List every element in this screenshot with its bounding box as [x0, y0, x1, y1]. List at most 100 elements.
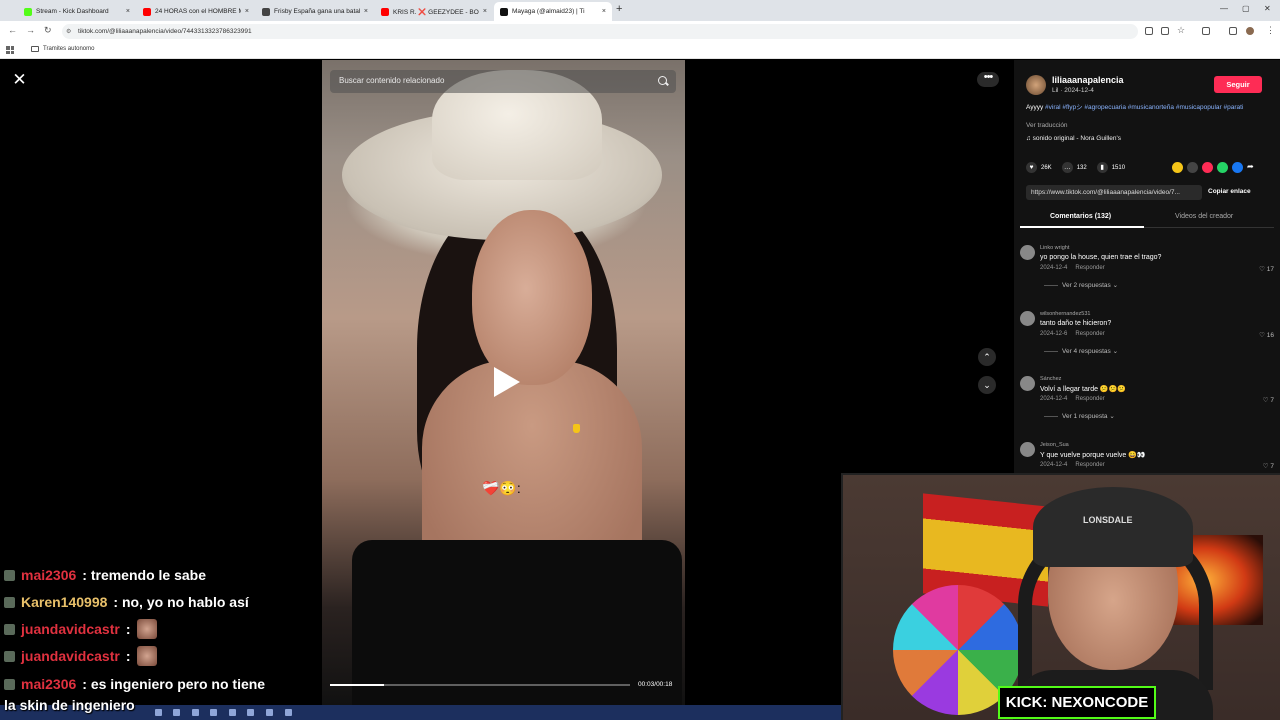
taskbar-app-icon[interactable] [192, 709, 199, 716]
back-icon[interactable]: ← [8, 25, 17, 35]
comment-like-button[interactable]: ♡ 7 [1263, 396, 1274, 404]
comment-count: 132 [1076, 164, 1087, 171]
bookmark-icon[interactable]: ▮ [1096, 162, 1108, 173]
save-stat[interactable]: ▮ 1510 [1096, 162, 1126, 173]
follow-button[interactable]: Seguir [1214, 76, 1262, 93]
video-progress-fill [330, 684, 384, 686]
window-close-icon[interactable]: ✕ [1264, 4, 1271, 13]
comment-date: 2024-12-4 [1040, 462, 1068, 468]
copy-link-button[interactable]: Copiar enlace [1208, 188, 1251, 195]
reply-button[interactable]: Responder [1075, 396, 1104, 402]
like-count: 26K [1041, 164, 1052, 171]
view-replies-button[interactable]: Ver 2 respuestas ⌄ [1044, 281, 1118, 289]
facebook-icon[interactable] [1232, 162, 1243, 173]
whatsapp-icon[interactable] [1217, 162, 1228, 173]
apps-grid-icon[interactable] [6, 46, 14, 54]
minimize-icon[interactable]: — [1220, 4, 1228, 13]
reply-button[interactable]: Responder [1075, 462, 1104, 468]
description-text: Ayyyy [1026, 104, 1046, 111]
avatar[interactable] [1020, 311, 1035, 326]
install-app-icon[interactable] [1161, 27, 1169, 35]
taskbar-app-icon[interactable] [285, 709, 292, 716]
avatar[interactable] [1020, 442, 1035, 457]
bookmark-folder[interactable]: Tramites autonomo [31, 46, 94, 52]
emoji-share-icon[interactable] [1172, 162, 1183, 173]
profile-avatar[interactable] [1246, 27, 1254, 35]
tab-comments[interactable]: Comentarios (132) [1050, 213, 1111, 220]
taskbar-app-icon[interactable] [247, 709, 254, 716]
taskbar-app-icon[interactable] [229, 709, 236, 716]
browser-tab-active[interactable]: Mayaga (@almaid23) | Ti × [494, 2, 612, 21]
bookmark-star-icon[interactable]: ☆ [1177, 25, 1185, 36]
active-tab-indicator [1020, 226, 1144, 228]
view-replies-button[interactable]: Ver 4 respuestas ⌄ [1044, 347, 1118, 355]
comment-like-button[interactable]: ♡ 16 [1259, 331, 1274, 339]
share-arrow-icon[interactable]: ➦ [1247, 162, 1258, 173]
see-translation-link[interactable]: Ver traducción [1026, 122, 1068, 129]
browser-tab[interactable]: KRIS R. ❌ GEEZYDEE - BOBAD × [375, 2, 493, 21]
comment-stat[interactable]: … 132 [1061, 162, 1087, 173]
comment-like-button[interactable]: ♡ 7 [1263, 462, 1274, 470]
video-link-field[interactable]: https://www.tiktok.com/@liliaaanapalenci… [1026, 185, 1202, 200]
avatar[interactable] [1026, 75, 1046, 95]
video-progress-bar[interactable] [330, 684, 630, 686]
play-icon[interactable] [494, 367, 520, 397]
close-tab-icon[interactable]: × [364, 8, 368, 15]
tab-title: Frisby España gana una batalla [274, 8, 360, 15]
video-player[interactable]: Buscar contenido relacionado ❤️‍🩹😳: 00:0… [322, 60, 685, 705]
chat-text: : [125, 648, 131, 664]
view-replies-button[interactable]: Ver 1 respuesta ⌄ [1044, 412, 1115, 420]
sound-link[interactable]: ♫ sonido original - Nora Guillen's [1026, 135, 1121, 142]
avatar[interactable] [1020, 245, 1035, 260]
chat-username: juandavidcastr [21, 621, 120, 637]
previous-video-button[interactable]: ⌃ [978, 348, 996, 366]
url-input[interactable]: ⚙ tiktok.com/@liliaaanapalencia/video/74… [62, 24, 1138, 39]
extensions-icon[interactable] [1202, 27, 1210, 35]
comment-icon[interactable]: … [1061, 162, 1073, 173]
maximize-icon[interactable]: ▢ [1242, 4, 1250, 13]
creator-username[interactable]: liliaaanapalencia [1052, 75, 1124, 85]
translate-icon[interactable] [1145, 27, 1153, 35]
related-search-input[interactable]: Buscar contenido relacionado [330, 70, 676, 93]
close-tab-icon[interactable]: × [483, 8, 487, 15]
sidebar-icon[interactable] [1229, 27, 1237, 35]
menu-kebab-icon[interactable]: ⋮ [1266, 25, 1275, 36]
taskbar-app-icon[interactable] [210, 709, 217, 716]
youtube-favicon-icon [381, 7, 389, 16]
reply-button[interactable]: Responder [1075, 331, 1104, 337]
comment-author[interactable]: Sánchez [1040, 376, 1061, 382]
browser-tab[interactable]: 24 HORAS con el HOMBRE MÁ × [137, 2, 255, 21]
reply-button[interactable]: Responder [1075, 265, 1104, 271]
browser-tab[interactable]: Stream - Kick Dashboard × [18, 2, 136, 21]
tab-creator-videos[interactable]: Videos del creador [1175, 213, 1233, 220]
browser-tab[interactable]: Frisby España gana una batalla × [256, 2, 374, 21]
address-bar-row: ← → ↻ ⚙ tiktok.com/@liliaaanapalencia/vi… [0, 21, 1280, 42]
description-hashtags[interactable]: #viral #flypシ #agropecuaria #musicanorte… [1045, 104, 1243, 111]
close-tab-icon[interactable]: × [602, 8, 606, 15]
avatar[interactable] [1020, 376, 1035, 391]
more-options-button[interactable]: ••• [977, 72, 999, 87]
forward-icon[interactable]: → [26, 25, 35, 35]
next-video-button[interactable]: ⌄ [978, 376, 996, 394]
comment-author[interactable]: Jeison_Sua [1040, 442, 1069, 448]
taskbar-app-icon[interactable] [266, 709, 273, 716]
close-tab-icon[interactable]: × [126, 8, 130, 15]
like-stat[interactable]: ♥ 26K [1026, 162, 1052, 173]
chat-badge-icon [4, 569, 15, 581]
comment-like-button[interactable]: ♡ 17 [1259, 265, 1274, 273]
taskbar-app-icon[interactable] [173, 709, 180, 716]
embed-icon[interactable] [1187, 162, 1198, 173]
heart-icon[interactable]: ♥ [1026, 162, 1037, 173]
new-tab-button[interactable]: + [616, 3, 622, 15]
browser-tab-bar: Stream - Kick Dashboard × 24 HORAS con e… [0, 0, 1280, 21]
site-info-icon[interactable]: ⚙ [66, 28, 71, 35]
search-icon[interactable] [658, 76, 667, 85]
comment-author[interactable]: wilsonhernandez531 [1040, 311, 1090, 317]
save-count: 1510 [1111, 164, 1126, 171]
close-icon[interactable]: ✕ [10, 70, 29, 89]
close-tab-icon[interactable]: × [245, 8, 249, 15]
comment-author[interactable]: Linko wright [1040, 245, 1069, 251]
reload-icon[interactable]: ↻ [44, 25, 52, 36]
taskbar-app-icon[interactable] [155, 709, 162, 716]
send-icon[interactable] [1202, 162, 1213, 173]
